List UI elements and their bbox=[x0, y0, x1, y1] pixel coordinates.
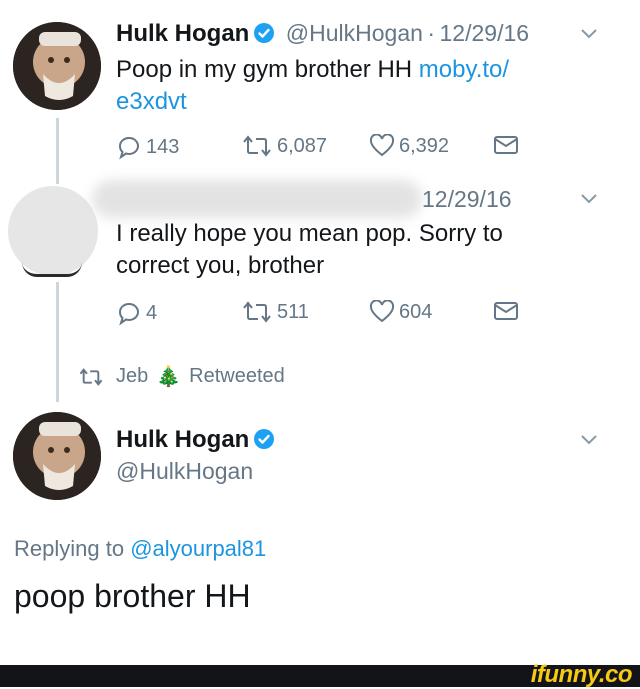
retweet-button[interactable]: 511 bbox=[241, 300, 309, 324]
separator-dot: · bbox=[427, 20, 436, 46]
ifunny-watermark: ifunny.co bbox=[530, 661, 633, 688]
tweet-text-line2: correct you, brother bbox=[116, 252, 325, 279]
thread-line bbox=[56, 118, 59, 184]
avatar-hulk-hogan[interactable] bbox=[13, 22, 101, 110]
retweeted-label: Retweeted bbox=[189, 365, 285, 387]
chevron-down-icon[interactable] bbox=[580, 434, 598, 446]
tweet3-text: poop brother HH bbox=[14, 578, 251, 614]
tweet-link-cont[interactable]: e3xdvt bbox=[116, 88, 187, 115]
reply-icon bbox=[118, 136, 139, 160]
display-name[interactable]: Hulk Hogan bbox=[116, 426, 249, 453]
retweet-icon bbox=[79, 367, 103, 386]
avatar-hulk-hogan[interactable] bbox=[13, 412, 101, 500]
verified-badge-icon bbox=[253, 22, 275, 44]
display-name[interactable]: Hulk Hogan bbox=[116, 20, 249, 47]
tweet-link[interactable]: moby.to/ bbox=[419, 56, 509, 83]
retweet-icon bbox=[243, 135, 271, 157]
christmas-tree-emoji: 🎄 bbox=[156, 366, 182, 388]
retweeter-name[interactable]: Jeb bbox=[116, 365, 148, 388]
tweet1-text: Poop in my gym brother HH moby.to/ e3xdv… bbox=[116, 54, 586, 118]
retweet-notice: Jeb 🎄 Retweeted bbox=[78, 364, 285, 389]
reply-button[interactable]: 143 bbox=[116, 134, 179, 160]
heart-icon bbox=[369, 300, 395, 323]
dm-button[interactable] bbox=[493, 134, 519, 156]
replying-to: Replying to @alyourpal81 bbox=[14, 536, 266, 562]
redacted-name-blur bbox=[92, 180, 422, 218]
like-count: 6,392 bbox=[399, 134, 450, 157]
tweet2-actions: 4 511 604 bbox=[116, 300, 536, 330]
tweet1-actions: 143 6,087 6,392 bbox=[116, 134, 536, 164]
tweet3-header: Hulk Hogan bbox=[116, 426, 275, 454]
replying-prefix: Replying to bbox=[14, 536, 131, 561]
like-button[interactable]: 6,392 bbox=[369, 134, 449, 158]
retweet-count: 511 bbox=[277, 300, 309, 323]
dm-button[interactable] bbox=[493, 300, 519, 322]
tweet2-text: I really hope you mean pop. Sorry to cor… bbox=[116, 218, 596, 282]
avatar-mark bbox=[22, 262, 82, 277]
handle[interactable]: @HulkHogan bbox=[116, 458, 253, 485]
tweet1-header: Hulk Hogan @HulkHogan · 12/29/16 bbox=[116, 20, 529, 48]
tweet-text: Poop in my gym brother HH bbox=[116, 56, 419, 83]
reply-icon bbox=[118, 302, 139, 326]
retweet-icon bbox=[243, 301, 271, 323]
like-count: 604 bbox=[399, 300, 433, 323]
thread-line bbox=[56, 282, 59, 402]
tweet-date[interactable]: 12/29/16 bbox=[422, 186, 512, 213]
handle[interactable]: @HulkHogan bbox=[286, 20, 423, 46]
reply-count: 143 bbox=[146, 135, 180, 158]
reply-count: 4 bbox=[146, 301, 158, 324]
envelope-icon bbox=[494, 136, 518, 154]
tweet-text-line1: I really hope you mean pop. Sorry to bbox=[116, 220, 503, 247]
reply-button[interactable]: 4 bbox=[116, 300, 157, 326]
reply-handle-link[interactable]: @alyourpal81 bbox=[130, 536, 266, 561]
envelope-icon bbox=[494, 302, 518, 320]
verified-badge-icon bbox=[253, 428, 275, 450]
tweet-date[interactable]: 12/29/16 bbox=[440, 20, 530, 46]
heart-icon bbox=[369, 134, 395, 157]
chevron-down-icon[interactable] bbox=[580, 193, 598, 205]
retweet-button[interactable]: 6,087 bbox=[241, 134, 327, 158]
retweet-count: 6,087 bbox=[277, 134, 328, 157]
like-button[interactable]: 604 bbox=[369, 300, 432, 324]
chevron-down-icon[interactable] bbox=[580, 28, 598, 40]
